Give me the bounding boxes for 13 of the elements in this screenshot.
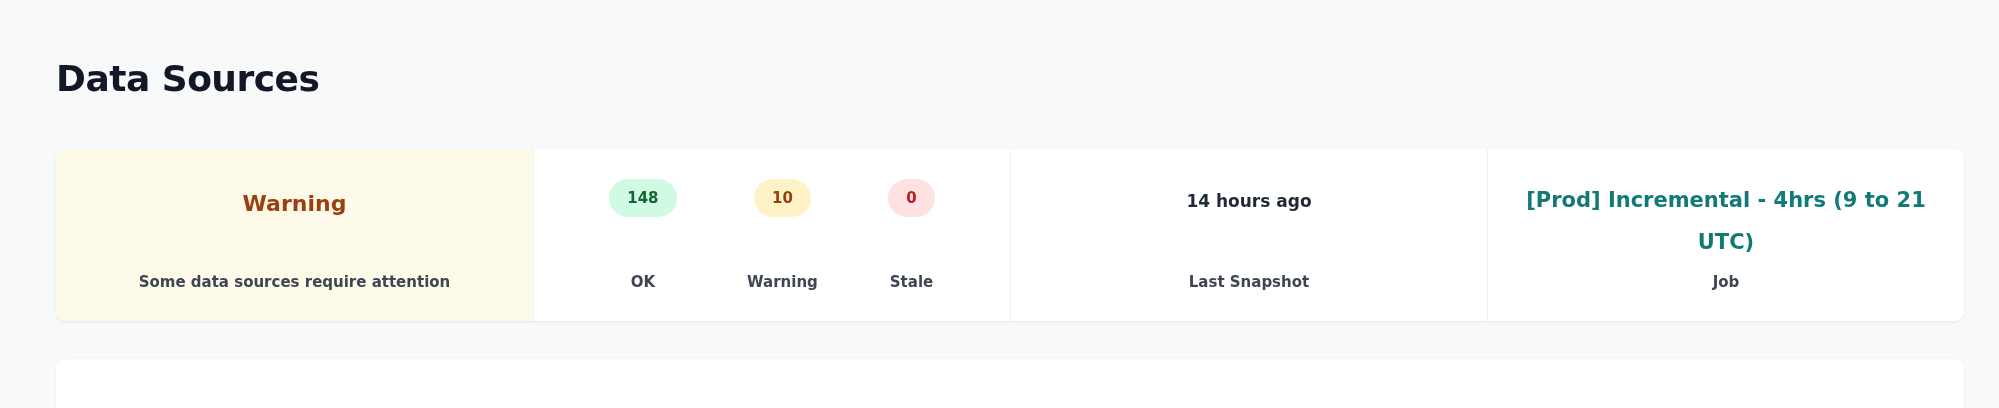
count-label: Stale xyxy=(889,273,934,291)
last-snapshot-value: 14 hours ago xyxy=(1186,191,1312,211)
last-snapshot-label: Last Snapshot xyxy=(1188,273,1310,291)
count-badge: 10 xyxy=(754,179,811,217)
count-badge: 0 xyxy=(888,179,935,217)
status-label: Warning xyxy=(242,191,347,216)
job-label: Job xyxy=(1712,273,1740,291)
count-badge: 148 xyxy=(609,179,677,217)
page-title: Data Sources xyxy=(56,57,321,101)
job-link[interactable]: [Prod] Incremental - 4hrs (9 to 21 UTC) xyxy=(1518,179,1934,263)
status-message: Some data sources require attention xyxy=(138,273,451,291)
count-label: OK xyxy=(630,273,656,291)
count-label: Warning xyxy=(747,273,818,291)
